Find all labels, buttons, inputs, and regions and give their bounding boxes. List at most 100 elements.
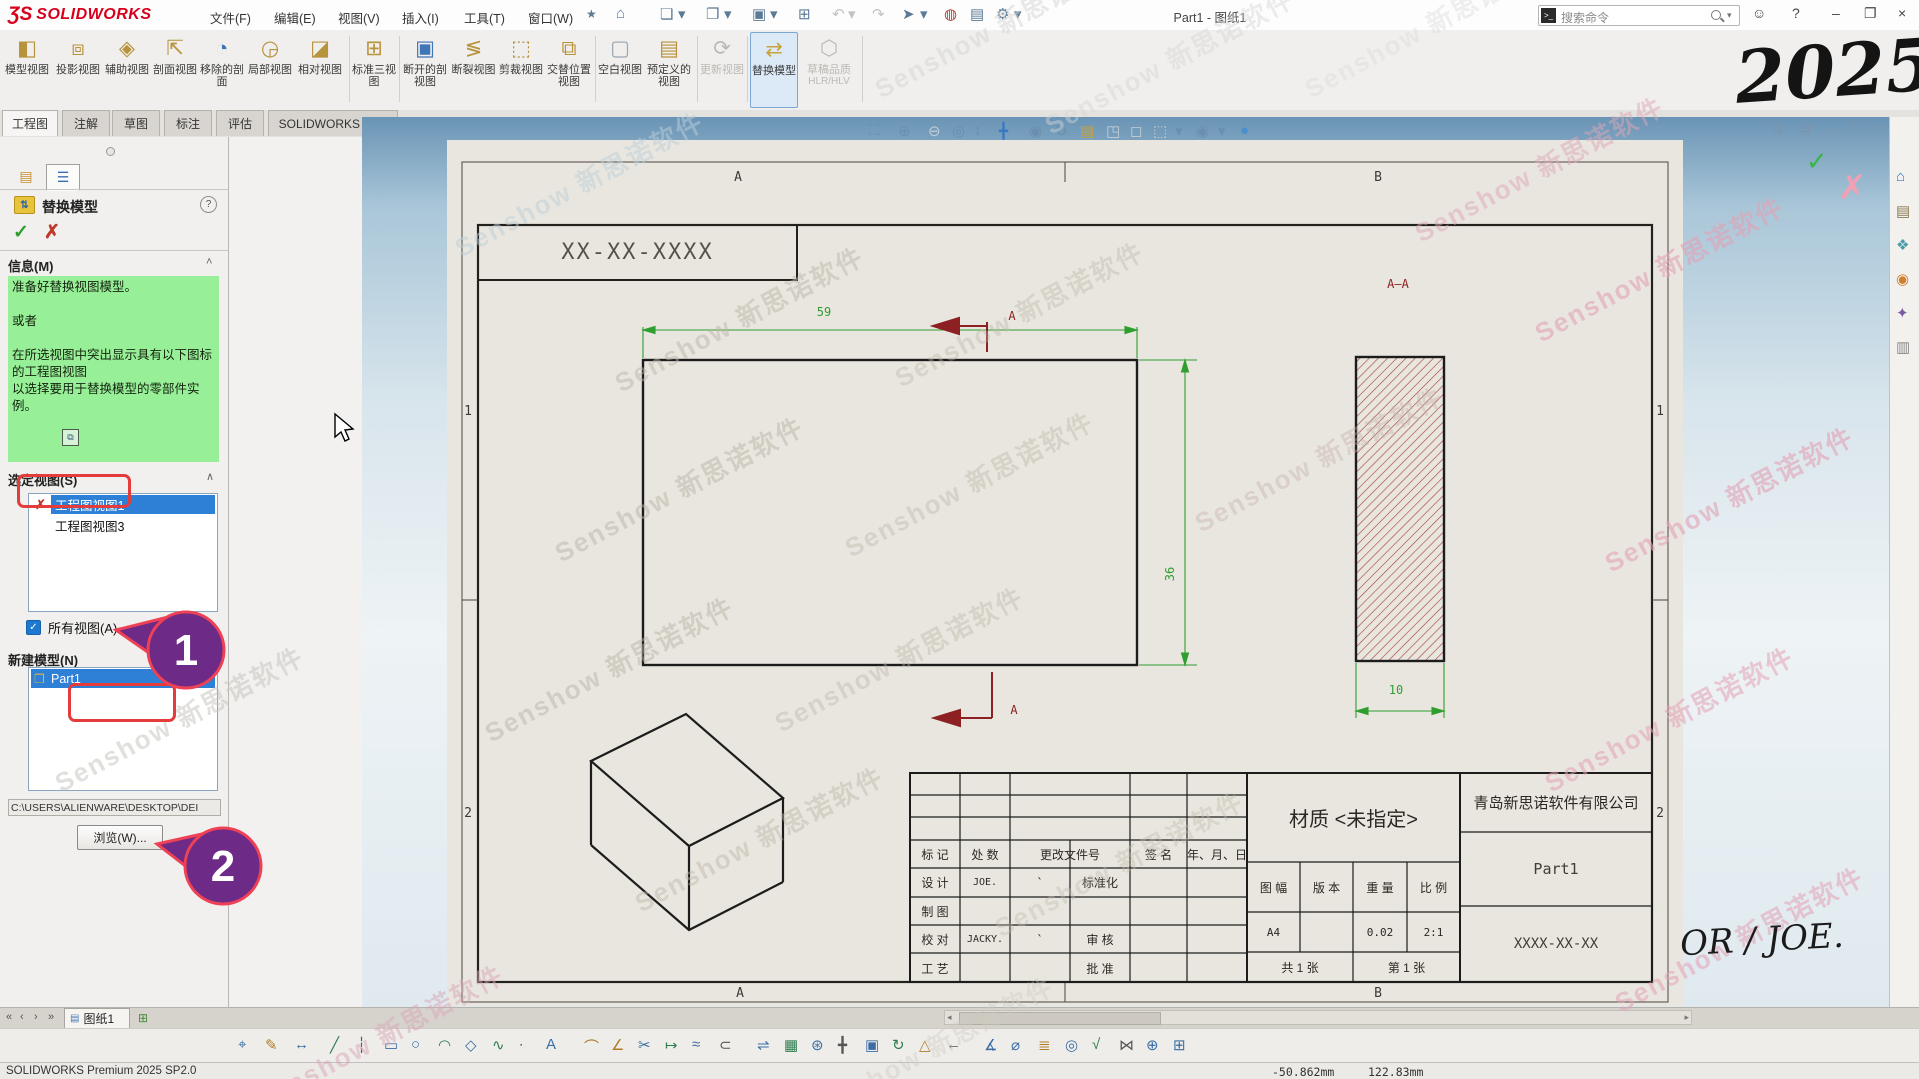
home-icon[interactable]: ⌂ xyxy=(616,5,625,22)
last-sheet-icon[interactable]: » xyxy=(48,1011,54,1023)
replace-model-button[interactable]: ⇄替换模型 xyxy=(750,32,798,108)
resources-home-icon[interactable]: ⌂ xyxy=(1896,168,1905,185)
search-commands-box[interactable]: >_ 搜索命令 ▾ xyxy=(1538,5,1740,26)
featuremanager-tab[interactable]: ▤ xyxy=(10,164,42,189)
panel-help-icon[interactable]: ? xyxy=(200,196,217,213)
tab-evaluate[interactable]: 评估 xyxy=(216,110,264,136)
convert-entities-icon[interactable]: ⊂ xyxy=(719,1036,732,1054)
tab-annotation[interactable]: 注解 xyxy=(62,110,110,136)
datum-icon[interactable]: ⊕ xyxy=(1146,1036,1159,1054)
rectangle-icon[interactable]: ▭ xyxy=(384,1036,398,1054)
traffic-light-icon[interactable]: ◍ xyxy=(944,5,957,23)
caret-down-icon[interactable]: ▾ xyxy=(770,5,778,23)
minimize-button[interactable]: – xyxy=(1832,5,1840,21)
circle-icon[interactable]: ○ xyxy=(411,1036,420,1053)
weld-symbol-icon[interactable]: ⋈ xyxy=(1119,1036,1134,1054)
menu-file[interactable]: 文件(F) xyxy=(204,6,257,29)
alternate-position-button[interactable]: ⧉交替位置视图 xyxy=(545,32,593,106)
trim-icon[interactable]: ✂ xyxy=(638,1036,651,1054)
panel-splitter-handle[interactable] xyxy=(106,147,115,156)
predefined-view-button[interactable]: ▤预定义的视图 xyxy=(644,32,694,106)
zoom-selection-icon[interactable]: ◎ xyxy=(952,122,965,140)
offset-icon[interactable]: ≈ xyxy=(692,1036,700,1053)
balloon-icon[interactable]: ◎ xyxy=(1065,1036,1078,1054)
empty-view-button[interactable]: ▢空白视图 xyxy=(598,32,642,106)
model-view-button[interactable]: ◧模型视图 xyxy=(2,32,52,106)
first-sheet-icon[interactable]: « xyxy=(6,1011,12,1023)
menu-window[interactable]: 窗口(W) xyxy=(522,6,579,29)
caret-down-icon[interactable]: ▾ xyxy=(1175,122,1183,140)
menu-tools[interactable]: 工具(T) xyxy=(458,6,511,29)
caret-down-icon[interactable]: ▾ xyxy=(1014,5,1022,23)
add-sheet-icon[interactable]: ⊞ xyxy=(138,1011,148,1025)
line-icon[interactable]: ╱ xyxy=(330,1036,339,1054)
break-view-button[interactable]: ≶断裂视图 xyxy=(450,32,497,106)
relative-view-button[interactable]: ◪相对视图 xyxy=(294,32,346,106)
all-views-checkbox[interactable]: ✓ xyxy=(26,620,41,635)
3d-drawing-view-icon[interactable]: ▤ xyxy=(1080,122,1094,140)
caret-down-icon[interactable]: ▾ xyxy=(678,5,686,23)
search-caret-icon[interactable]: ▾ xyxy=(1727,10,1732,21)
forum-icon[interactable]: ▥ xyxy=(1896,338,1910,356)
doc-restore-icon[interactable]: ⊡ xyxy=(1772,121,1782,135)
new-document-icon[interactable]: ❏ xyxy=(660,5,673,23)
search-input[interactable]: 搜索命令 xyxy=(1561,9,1609,26)
help-icon[interactable]: ? xyxy=(1792,5,1800,21)
linear-pattern-icon[interactable]: ▦ xyxy=(784,1036,798,1054)
magnify-icon[interactable]: ◉ xyxy=(1029,122,1042,140)
move-entities-icon[interactable]: ╋ xyxy=(838,1036,847,1054)
info-section-header[interactable]: 信息(M) xyxy=(8,256,54,275)
list-item-view3[interactable]: 工程图视图3 xyxy=(29,515,217,536)
text-icon[interactable]: A xyxy=(546,1036,556,1053)
doc-minimize-icon[interactable]: – xyxy=(1828,121,1835,135)
render-sphere-icon[interactable]: ● xyxy=(1240,122,1249,139)
polygon-icon[interactable]: ◇ xyxy=(465,1036,477,1054)
crop-view-button[interactable]: ⬚剪裁视图 xyxy=(499,32,543,106)
spline-icon[interactable]: ∿ xyxy=(492,1036,505,1054)
menu-view[interactable]: 视图(V) xyxy=(332,6,386,29)
circular-pattern-icon[interactable]: ⊛ xyxy=(811,1036,824,1054)
tab-dimension[interactable]: 标注 xyxy=(164,110,212,136)
user-account-icon[interactable]: ☺ xyxy=(1752,5,1766,21)
pan-icon[interactable]: ↕ xyxy=(974,122,982,139)
doc-maximize-icon[interactable]: ❐ xyxy=(1850,121,1861,135)
move-icon[interactable]: ╋ xyxy=(999,122,1008,140)
print-icon[interactable]: ⊞ xyxy=(798,5,811,23)
projected-view-button[interactable]: ⧈投影视图 xyxy=(54,32,102,106)
confirmation-ok-icon[interactable]: ✓ xyxy=(1806,146,1828,177)
dimension-height[interactable]: 36 xyxy=(1162,556,1178,592)
sheet-tab[interactable]: ▤ 图纸1 xyxy=(64,1008,130,1028)
pin-menu-icon[interactable]: ★ xyxy=(586,7,597,21)
extend-icon[interactable]: ↦ xyxy=(665,1036,678,1054)
appearances-icon[interactable]: ◉ xyxy=(1896,270,1909,288)
next-sheet-icon[interactable]: › xyxy=(34,1011,38,1023)
rotate-view-icon[interactable]: ↻ xyxy=(1055,122,1068,140)
stretch-entities-icon[interactable]: ← xyxy=(946,1036,961,1053)
dimension-thickness[interactable]: 10 xyxy=(1378,682,1414,698)
display-settings-icon[interactable]: ▤ xyxy=(970,5,984,23)
doc-close-icon[interactable]: × xyxy=(1876,121,1883,135)
chamfer-icon[interactable]: ∠ xyxy=(611,1036,624,1054)
broken-out-section-button[interactable]: ▣断开的剖视图 xyxy=(402,32,448,106)
caret-down-icon[interactable]: ▾ xyxy=(724,5,732,23)
all-views-row[interactable]: ✓ 所有视图(A) xyxy=(26,618,117,637)
dimension-width[interactable]: 59 xyxy=(806,304,842,320)
custom-properties-icon[interactable]: ✦ xyxy=(1896,304,1909,322)
mirror-icon[interactable]: ⇌ xyxy=(757,1036,770,1054)
info-collapse-icon[interactable]: ˄ xyxy=(206,256,212,268)
hide-show-icon[interactable]: ◉ xyxy=(1196,122,1209,140)
tolerance-icon[interactable]: ⊞ xyxy=(1173,1036,1186,1054)
close-button[interactable]: × xyxy=(1898,5,1906,21)
selected-views-listbox[interactable]: ✗ 工程图视图1 工程图视图3 xyxy=(28,493,218,612)
note-icon[interactable]: ≣ xyxy=(1038,1036,1051,1054)
options-gear-icon[interactable]: ⚙ xyxy=(996,5,1009,23)
caret-down-icon[interactable]: ▾ xyxy=(920,5,928,23)
removed-section-button[interactable]: ◔移除的剖面 xyxy=(198,32,246,106)
auxiliary-view-button[interactable]: ◈辅助视图 xyxy=(103,32,151,106)
design-library-icon[interactable]: ▤ xyxy=(1896,202,1910,220)
horizontal-scrollbar[interactable]: ◂ ▸ xyxy=(944,1010,1692,1025)
section-view-button[interactable]: ⇱剖面视图 xyxy=(152,32,198,106)
smart-dimension-icon[interactable]: ↔ xyxy=(294,1036,309,1053)
rotate-entities-icon[interactable]: ↻ xyxy=(892,1036,905,1054)
menu-insert[interactable]: 插入(I) xyxy=(396,6,445,29)
